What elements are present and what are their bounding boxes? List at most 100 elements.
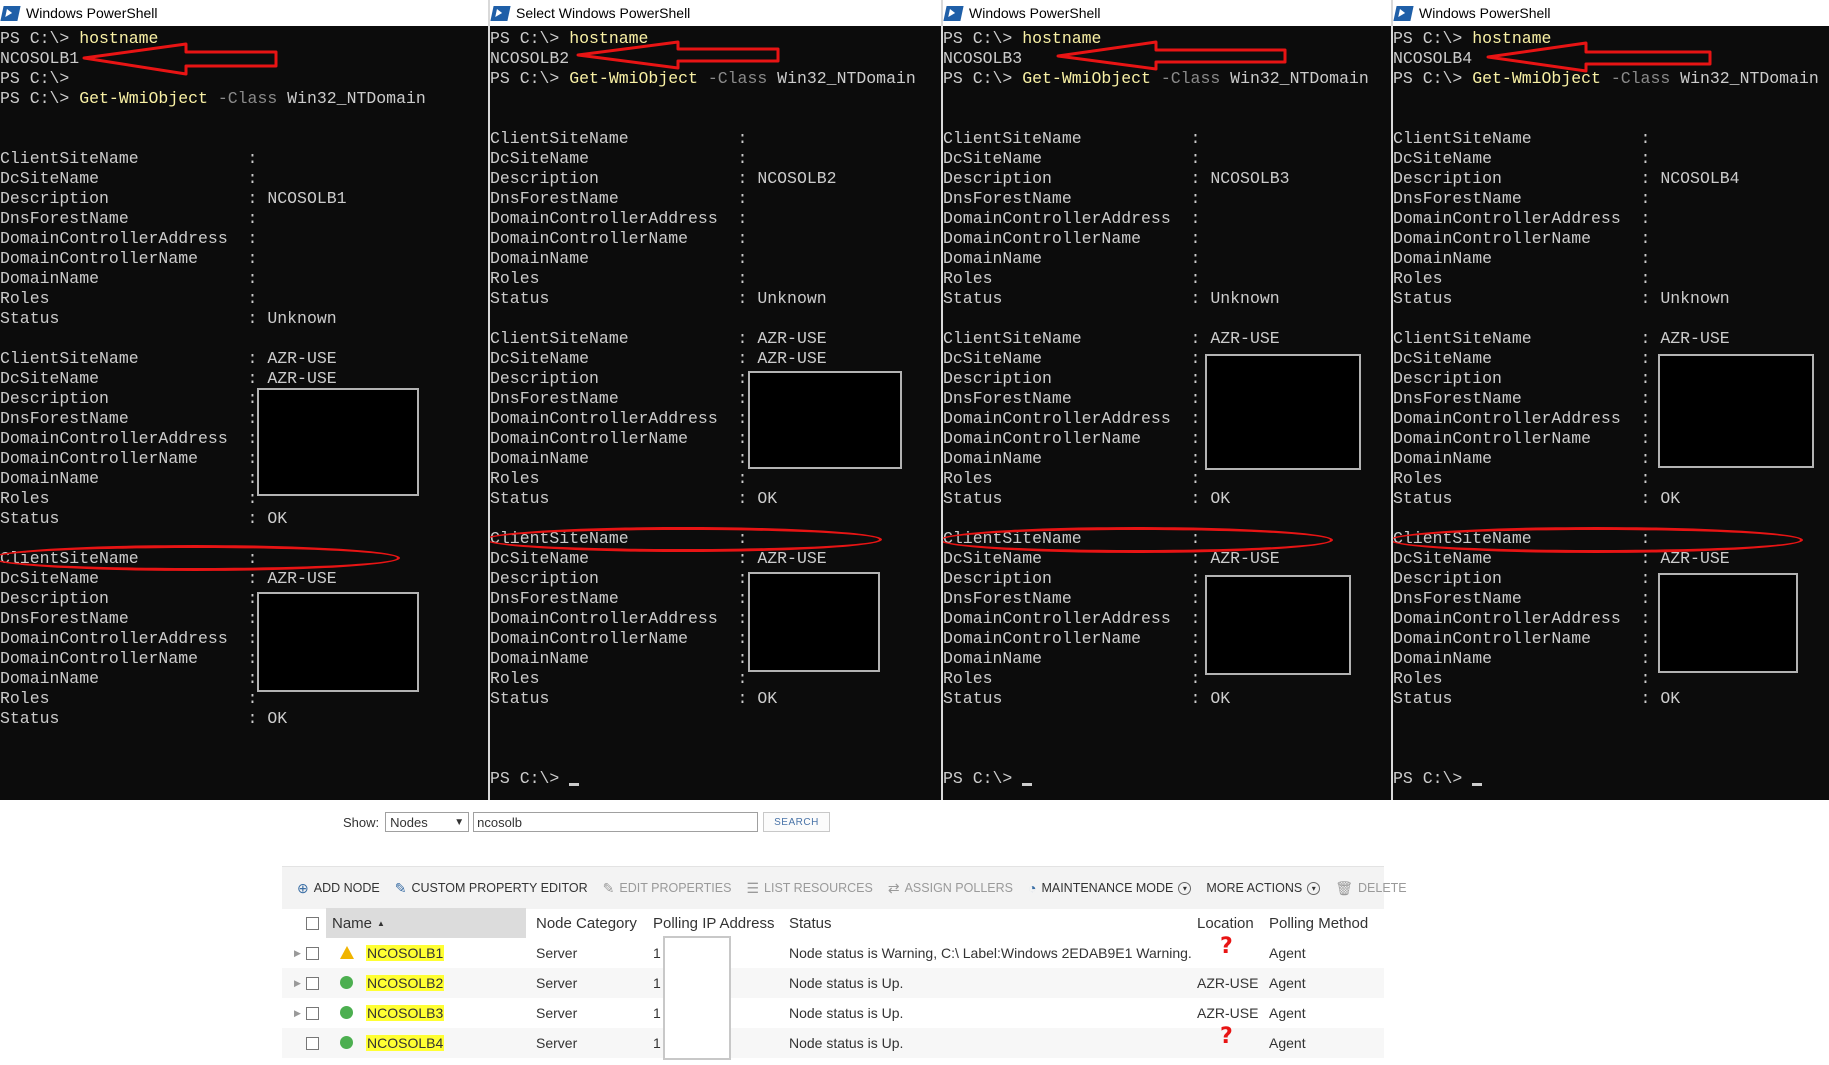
console-text: PS C:\> [490,769,570,788]
edit-properties-button[interactable]: ✎ EDIT PROPERTIES [603,880,732,897]
console-command: hostname [79,29,159,48]
search-button[interactable]: SEARCH [763,812,830,832]
console-line: ClientSiteName : [490,129,916,149]
delete-button[interactable]: 🗑 DELETE [1335,880,1406,897]
console-text: DomainControllerName : [0,649,258,668]
row-checkbox[interactable] [306,946,319,960]
node-status-text: Node status is Up. [789,975,904,991]
console-text: Roles : [1393,669,1651,688]
unknown-location-icon: ? [1220,934,1233,959]
select-all-checkbox[interactable] [306,916,319,930]
console-line: PS C:\> Get-WmiObject -Class Win32_NTDom… [1393,69,1819,89]
console-text: PS C:\> [943,29,1023,48]
console-text: ClientSiteName : [943,129,1201,148]
node-name-link[interactable]: NCOSOLB2 [366,975,445,991]
console-line: Status : Unknown [943,289,1369,309]
column-header-ip[interactable]: Polling IP Address [653,915,774,932]
show-select-value: Nodes [390,814,428,830]
polling-method: Agent [1269,945,1306,961]
expand-icon[interactable]: ▶ [294,978,302,989]
console-line: PS C:\> [490,769,916,789]
maintenance-mode-button[interactable]: ◔ MAINTENANCE MODE ▾ [1028,880,1192,896]
console-line: Roles : [1393,269,1819,289]
console-line: PS C:\> [0,69,426,89]
window-titlebar[interactable]: Windows PowerShell [943,0,1391,26]
node-name-link[interactable]: NCOSOLB3 [366,1005,445,1021]
powershell-window-2[interactable]: Select Windows PowerShell PS C:\> hostna… [490,0,943,800]
console-line: DomainControllerName : [943,229,1369,249]
edit-properties-label: EDIT PROPERTIES [619,881,732,895]
highlight-ellipse [490,527,882,552]
console-text: Roles : [490,469,748,488]
node-name-link[interactable]: NCOSOLB4 [366,1035,445,1051]
console-text: DomainName : [1393,449,1651,468]
console-text: PS C:\> [490,69,570,88]
more-actions-button[interactable]: MORE ACTIONS ▾ [1206,881,1321,895]
console-line: Status : OK [1393,489,1819,509]
row-checkbox[interactable] [306,1006,319,1020]
expand-icon[interactable]: ▶ [294,948,302,959]
console-text: Roles : [0,289,258,308]
console-text: ClientSiteName : [1393,129,1651,148]
console-text: Status : OK [943,489,1231,508]
column-header-polling-method[interactable]: Polling Method [1269,915,1368,932]
chevron-down-icon: ▼ [454,816,465,828]
console-command: hostname [1022,29,1102,48]
custom-property-editor-button[interactable]: ✎ CUSTOM PROPERTY EDITOR [395,880,588,897]
console-line: DomainControllerAddress : [1393,209,1819,229]
console-text: DcSiteName : [943,349,1201,368]
window-titlebar[interactable]: Windows PowerShell [0,0,488,26]
console-text: DomainControllerAddress : [0,429,258,448]
table-row[interactable]: ▶ NCOSOLB3 Server 1 Node status is Up. AZR-US… [282,998,1384,1028]
assign-pollers-button[interactable]: ⇄ ASSIGN POLLERS [888,880,1013,897]
search-input[interactable]: ncosolb [473,812,759,832]
powershell-window-1[interactable]: Windows PowerShell PS C:\> hostname NCOSO… [0,0,490,800]
console-text: DomainControllerName : [490,429,748,448]
redaction-box [748,572,880,672]
console-text: Status : Unknown [1393,289,1730,308]
column-header-status[interactable]: Status [789,915,832,932]
console-text: Win32_NTDomain [1670,69,1819,88]
console-text: Roles : [943,669,1201,688]
console-text: DomainControllerName : [943,229,1201,248]
console-text: DcSiteName : AZR-USE [0,369,337,388]
console-text: DomainControllerAddress : [943,609,1201,628]
console-text: Roles : [1393,469,1651,488]
table-row[interactable]: ▶ NCOSOLB2 Server 1 Node status is Up. AZR-US… [282,968,1384,998]
add-node-button[interactable]: ⊕ ADD NODE [297,880,380,897]
row-checkbox[interactable] [306,976,319,990]
column-header-category[interactable]: Node Category [536,915,637,932]
console-text: Status : OK [1393,489,1681,508]
console-text: DomainControllerName : [490,229,748,248]
list-resources-button[interactable]: ☰ LIST RESOURCES [746,880,872,897]
window-title: Windows PowerShell [969,5,1101,21]
show-select[interactable]: Nodes ▼ [385,812,470,832]
console-text: Description : NCOSOLB4 [1393,169,1740,188]
console-text: Status : OK [490,489,778,508]
console-text: DomainName : [943,649,1201,668]
console-text: Description : [0,589,258,608]
console-text: DcSiteName : [1393,349,1651,368]
column-header-name[interactable]: Name ▲ [326,908,526,938]
table-row[interactable]: ▶ NCOSOLB1 Server 1 Node status is Warning, … [282,934,1384,968]
powershell-window-4[interactable]: Windows PowerShell PS C:\> hostname NCOSO… [1393,0,1829,800]
console-text: DomainName : [0,469,258,488]
window-titlebar[interactable]: Select Windows PowerShell [490,0,941,26]
table-row[interactable]: NCOSOLB4 Server 1 Node status is Up.? Agent [282,1024,1384,1058]
row-checkbox[interactable] [306,1036,319,1050]
console-line: ClientSiteName : AZR-USE [1393,329,1819,349]
powershell-window-3[interactable]: Windows PowerShell PS C:\> hostname NCOSO… [943,0,1393,800]
console-text: PS C:\> [1393,29,1473,48]
node-name-link[interactable]: NCOSOLB1 [366,945,445,961]
console-line: Roles : [490,469,916,489]
expand-icon[interactable]: ▶ [294,1008,302,1019]
column-header-location[interactable]: Location [1197,915,1254,932]
window-titlebar[interactable]: Windows PowerShell [1393,0,1829,26]
